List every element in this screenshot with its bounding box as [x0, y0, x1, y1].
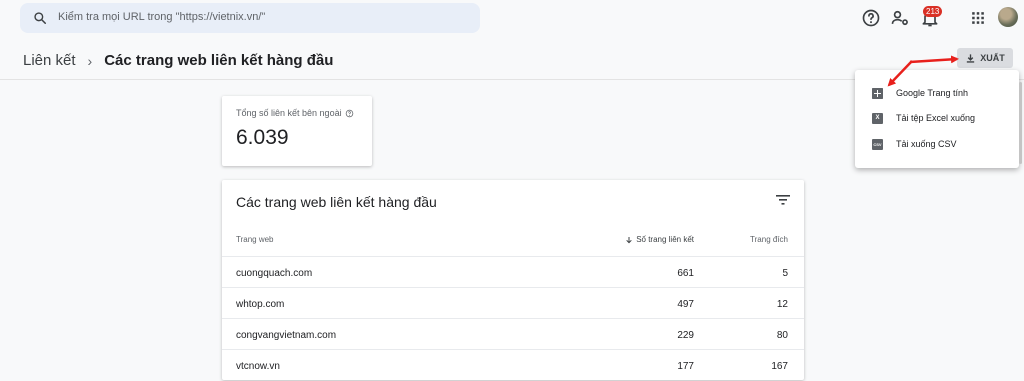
account-avatar[interactable] [998, 7, 1018, 27]
csv-icon: CSV [872, 138, 883, 150]
export-button[interactable]: XUẤT [957, 48, 1013, 68]
total-links-label: Tổng số liên kết bên ngoài [236, 108, 342, 118]
menu-item-label: Tải tệp Excel xuống [896, 113, 976, 123]
menu-item-csv[interactable]: CSV Tải xuống CSV [855, 132, 1019, 156]
site-cell: congvangvietnam.com [236, 330, 337, 341]
scrollbar[interactable] [1019, 82, 1022, 164]
top-bar: Kiểm tra mọi URL trong "https://vietnix.… [0, 0, 1024, 38]
table-row[interactable]: cuongquach.com 661 5 [222, 256, 804, 288]
table-title: Các trang web liên kết hàng đầu [236, 194, 437, 210]
page-title: Các trang web liên kết hàng đầu [104, 52, 334, 69]
info-help-icon[interactable] [345, 109, 354, 118]
linking-pages-cell: 229 [677, 330, 694, 341]
site-cell: vtcnow.vn [236, 361, 280, 372]
target-pages-cell: 12 [776, 299, 788, 310]
target-pages-cell: 5 [782, 268, 788, 279]
linking-pages-cell: 177 [677, 361, 694, 372]
column-header-site[interactable]: Trang web [236, 235, 274, 244]
manage-users-icon[interactable] [890, 8, 910, 28]
target-pages-cell: 80 [776, 330, 788, 341]
table-row[interactable]: congvangvietnam.com 229 80 [222, 318, 804, 350]
search-icon [34, 12, 47, 25]
breadcrumb: Liên kết › Các trang web liên kết hàng đ… [23, 52, 333, 69]
excel-icon: X [872, 112, 883, 124]
download-icon [967, 53, 975, 63]
arrow-down-icon [626, 236, 632, 243]
column-header-linking-pages-label: Số trang liên kết [636, 235, 694, 244]
total-links-value: 6.039 [236, 126, 289, 149]
breadcrumb-separator: › [87, 52, 93, 69]
menu-item-excel[interactable]: X Tải tệp Excel xuống [855, 106, 1019, 130]
breadcrumb-links[interactable]: Liên kết [23, 52, 76, 69]
menu-item-google-sheets[interactable]: Google Trang tính [855, 81, 1019, 105]
export-menu: Google Trang tính X Tải tệp Excel xuống … [855, 70, 1019, 168]
export-label: XUẤT [980, 53, 1005, 63]
search-input[interactable]: Kiểm tra mọi URL trong "https://vietnix.… [58, 11, 265, 23]
menu-item-label: Tải xuống CSV [896, 139, 957, 149]
site-cell: whtop.com [236, 299, 285, 310]
linking-pages-cell: 661 [677, 268, 694, 279]
help-icon[interactable] [861, 8, 881, 28]
sheets-icon [872, 87, 883, 99]
linking-pages-cell: 497 [677, 299, 694, 310]
column-header-linking-pages[interactable]: Số trang liên kết [625, 235, 694, 244]
arrow-to-export [909, 55, 959, 64]
site-cell: cuongquach.com [236, 268, 313, 279]
table-row[interactable]: vtcnow.vn 177 167 [222, 349, 804, 381]
target-pages-cell: 167 [771, 361, 788, 372]
top-linking-sites-table: Các trang web liên kết hàng đầu Trang we… [222, 180, 804, 380]
total-external-links-card: Tổng số liên kết bên ngoài 6.039 [222, 96, 372, 166]
table-row[interactable]: whtop.com 497 12 [222, 287, 804, 319]
notification-count-badge: 213 [923, 6, 943, 17]
menu-item-label: Google Trang tính [896, 88, 969, 98]
column-header-target-pages[interactable]: Trang đích [750, 235, 788, 244]
filter-icon[interactable] [776, 194, 790, 206]
search-bar[interactable]: Kiểm tra mọi URL trong "https://vietnix.… [20, 3, 480, 33]
apps-grid-icon[interactable] [968, 8, 988, 28]
